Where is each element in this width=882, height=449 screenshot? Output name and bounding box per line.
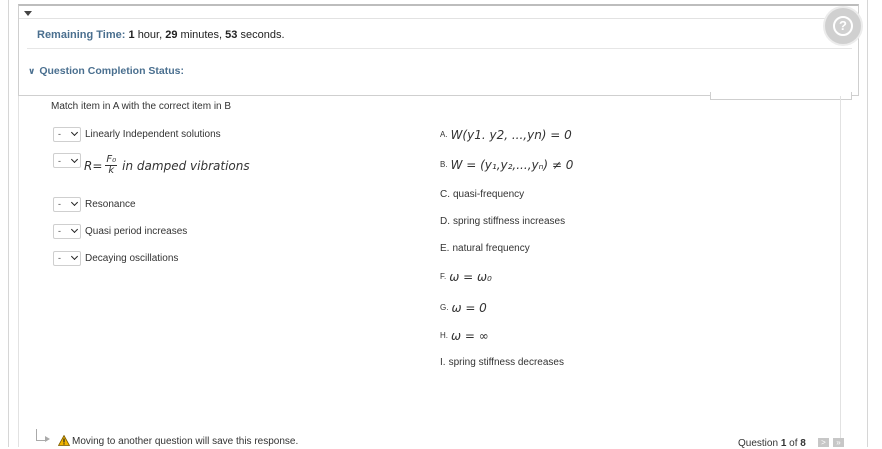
answer-option-letter: C. xyxy=(440,189,450,200)
collapse-triangle-icon[interactable] xyxy=(24,11,32,16)
damping-formula: R = F₀ k in damped vibrations xyxy=(84,155,250,176)
chevron-down-icon xyxy=(70,252,79,261)
answer-select-value: - xyxy=(58,226,61,236)
answer-option: A. W(y1. y2, ...,yn) = 0 xyxy=(440,128,572,142)
panel-divider xyxy=(27,48,852,49)
match-item-label: Linearly Independent solutions xyxy=(85,128,221,140)
answer-option: I. spring stiffness decreases xyxy=(440,357,564,368)
answer-select[interactable]: - xyxy=(53,196,81,212)
answer-option-text: spring stiffness decreases xyxy=(448,357,564,368)
remaining-seconds-unit: seconds. xyxy=(240,29,285,41)
question-instruction: Match item in A with the correct item in… xyxy=(51,101,232,112)
answer-option-text: ω = 0 xyxy=(451,301,487,315)
answer-option: F. ω = ω₀ xyxy=(440,270,492,284)
remaining-hours-unit: hour, xyxy=(137,29,163,41)
answer-option-letter: B. xyxy=(440,160,448,169)
current-question-number: 1 xyxy=(780,438,787,449)
match-row: - Linearly Independent solutions xyxy=(53,126,221,142)
question-mark-icon: ? xyxy=(833,16,853,36)
total-question-count: 8 xyxy=(800,438,806,449)
answer-option: C. quasi-frequency xyxy=(440,189,524,200)
answer-option-letter: I. xyxy=(440,357,446,368)
last-question-button[interactable]: » xyxy=(833,438,844,447)
answer-select-value: - xyxy=(58,253,61,263)
match-row: - Resonance xyxy=(53,196,136,212)
match-row: - Decaying oscillations xyxy=(53,250,178,266)
answer-select[interactable]: - xyxy=(53,250,81,266)
formula-fraction: F₀ k xyxy=(105,155,118,176)
answer-select-value: - xyxy=(58,199,61,209)
question-area xyxy=(18,96,841,447)
remaining-seconds: 53 xyxy=(225,29,238,41)
answer-option-letter: F. xyxy=(440,272,447,281)
panel-top-rule xyxy=(19,18,858,19)
chevron-down-icon xyxy=(70,128,79,137)
answer-option-text: quasi-frequency xyxy=(453,189,525,200)
remaining-hours: 1 xyxy=(128,29,135,41)
next-question-button[interactable]: > xyxy=(818,438,829,447)
remaining-minutes-unit: minutes, xyxy=(180,29,223,41)
remaining-time: Remaining Time: 1 hour, 29 minutes, 53 s… xyxy=(37,29,285,41)
chevron-down-icon xyxy=(70,155,79,163)
question-counter-mid: of xyxy=(789,438,798,449)
answer-option-text: ω = ω₀ xyxy=(449,270,492,284)
answer-select[interactable]: - xyxy=(53,223,81,239)
answer-option: E. natural frequency xyxy=(440,243,530,254)
remaining-time-label: Remaining Time: xyxy=(37,29,126,41)
chevron-down-icon xyxy=(70,225,79,234)
formula-lhs: R xyxy=(84,158,93,173)
answer-option: D. spring stiffness increases xyxy=(440,216,565,227)
question-counter: Question 1 of 8 xyxy=(738,438,806,449)
match-row: - Quasi period increases xyxy=(53,223,187,239)
answer-option: B. W = (y₁,y₂,...,yₙ) ≠ 0 xyxy=(440,158,573,172)
answer-option: G. ω = 0 xyxy=(440,301,487,315)
answer-select-value: - xyxy=(58,129,61,139)
match-item-label: Resonance xyxy=(85,198,136,210)
match-item-label: Decaying oscillations xyxy=(85,252,179,264)
answer-option-letter: G. xyxy=(440,303,449,312)
answer-select-value: - xyxy=(58,155,61,166)
match-item-label: Quasi period increases xyxy=(85,225,188,237)
question-counter-prefix: Question xyxy=(738,438,779,449)
chevron-down-icon xyxy=(70,198,79,207)
formula-equals: = xyxy=(92,158,103,173)
answer-option-letter: A. xyxy=(440,130,448,139)
return-arrow-head-icon xyxy=(45,436,50,442)
answer-option-text: ω = ∞ xyxy=(451,329,489,343)
formula-denominator: k xyxy=(108,165,115,176)
match-row: - R = F₀ k in damped vibrations xyxy=(53,153,250,183)
warning-icon xyxy=(58,435,70,446)
answer-option-letter: H. xyxy=(440,331,448,340)
help-button[interactable]: ? xyxy=(823,6,863,46)
answer-option-text: spring stiffness increases xyxy=(453,216,566,227)
answer-option-letter: D. xyxy=(440,216,450,227)
remaining-minutes: 29 xyxy=(165,29,178,41)
timer-panel: Remaining Time: 1 hour, 29 minutes, 53 s… xyxy=(18,4,859,96)
completion-status-toggle[interactable]: ∨ Question Completion Status: xyxy=(28,65,184,77)
save-warning: Moving to another question will save thi… xyxy=(72,436,299,447)
answer-select[interactable]: - xyxy=(53,153,81,168)
match-item-label: in damped vibrations xyxy=(122,158,250,173)
answer-option: H. ω = ∞ xyxy=(440,329,489,343)
answer-option-text: W(y1. y2, ...,yn) = 0 xyxy=(450,128,572,142)
double-chevron-down-icon: ∨ xyxy=(28,66,36,76)
answer-option-text: W = (y₁,y₂,...,yₙ) ≠ 0 xyxy=(450,158,574,172)
answer-option-text: natural frequency xyxy=(452,243,530,254)
answer-select[interactable]: - xyxy=(53,126,81,142)
answer-option-letter: E. xyxy=(440,243,450,254)
completion-status-label: Question Completion Status: xyxy=(39,65,184,77)
